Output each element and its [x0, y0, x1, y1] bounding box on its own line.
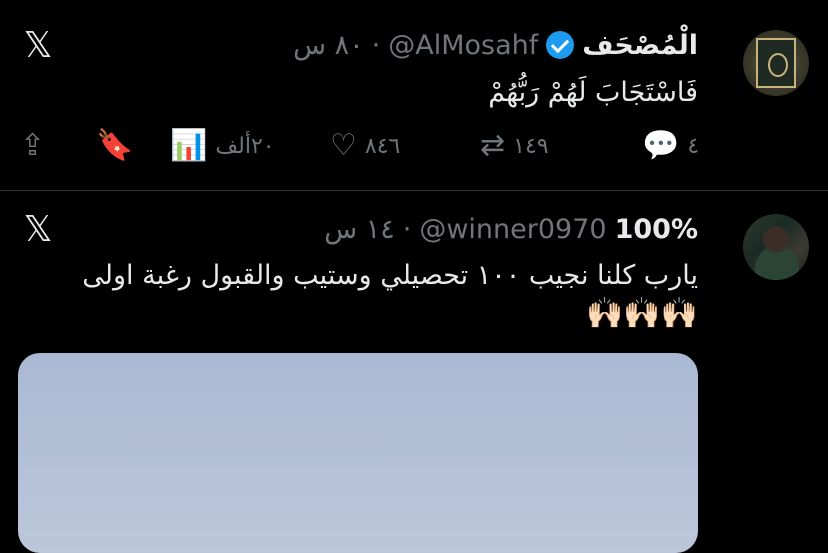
avatar[interactable] [743, 214, 809, 280]
timestamp[interactable]: ١٤ س [324, 214, 395, 245]
handle[interactable]: @winner0970 [419, 214, 606, 245]
display-name[interactable]: 100% [615, 214, 698, 245]
x-logo-icon[interactable]: 𝕏 [22, 212, 54, 248]
views-button[interactable]: 📊 ٢٠ألف [170, 128, 275, 164]
bar-chart-icon: 📊 [170, 128, 208, 163]
retweet-count: ١٤٩ [513, 133, 549, 159]
retweet-icon: ⇄ [480, 128, 506, 163]
quran-cover-image [756, 38, 796, 88]
bookmark-button[interactable]: 🔖 [96, 128, 133, 164]
share-button[interactable]: ⇪ [20, 128, 45, 164]
reply-button[interactable]: 💬 ٤ [642, 128, 699, 164]
timestamp[interactable]: ٨٠ س [293, 30, 364, 61]
retweet-button[interactable]: ⇄ ١٤٩ [480, 128, 549, 164]
tweet-card[interactable]: 𝕏 الْمُصْحَف @AlMosahf · ٨٠ س فَاسْتَجَا… [0, 0, 828, 191]
separator: · [402, 213, 412, 245]
avatar[interactable] [743, 30, 809, 96]
action-bar: 💬 ٤ ⇄ ١٤٩ ♡ ٨٤٦ 📊 ٢٠ألف 🔖 ⇪ [20, 128, 699, 164]
tweet-header: 100% @winner0970 · ١٤ س [324, 212, 698, 246]
tweet-media-image[interactable] [18, 353, 698, 553]
separator: · [371, 29, 381, 61]
verified-badge-icon [546, 31, 575, 59]
x-logo-icon[interactable]: 𝕏 [22, 28, 54, 64]
emoji-line: 🙌🏻🙌🏻🙌🏻 [585, 296, 698, 331]
heart-icon: ♡ [330, 128, 357, 163]
avatar-face [763, 226, 789, 252]
speech-bubble-icon: 💬 [642, 128, 680, 163]
share-icon: ⇪ [20, 128, 46, 163]
bookmark-icon: 🔖 [96, 128, 134, 163]
views-count: ٢٠ألف [215, 133, 275, 159]
tweet-text: فَاسْتَجَابَ لَهُمْ رَبُّهُمْ [488, 77, 698, 108]
reply-count: ٤ [687, 133, 700, 159]
display-name[interactable]: الْمُصْحَف [582, 30, 698, 61]
tweet-text: يارب كلنا نجيب ١٠٠ تحصيلي وستيب والقبول … [82, 260, 698, 291]
like-button[interactable]: ♡ ٨٤٦ [330, 128, 400, 164]
tweet-header: الْمُصْحَف @AlMosahf · ٨٠ س [293, 28, 698, 62]
like-count: ٨٤٦ [364, 133, 401, 159]
handle[interactable]: @AlMosahf [388, 30, 538, 61]
